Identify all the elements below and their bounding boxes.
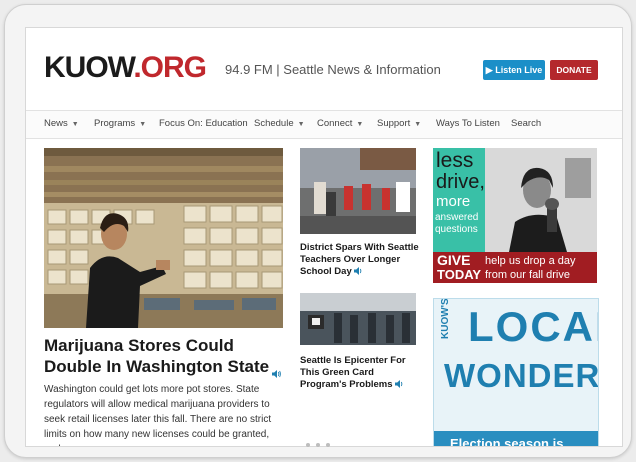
nav-item-news[interactable]: News ▼ [44, 118, 79, 129]
speaker-icon[interactable] [395, 380, 405, 388]
donate-button[interactable]: DONATE [550, 60, 598, 80]
nav-label: Focus On: Education [159, 118, 248, 129]
kuow-logo[interactable]: KUOW.ORG [44, 51, 207, 84]
give-today-banner: GIVE TODAY help us drop a day from our f… [433, 252, 597, 283]
caret-down-icon: ▼ [297, 121, 305, 128]
local-wonder-ad[interactable]: KUOW'S LOCAL WONDER Election season is [433, 298, 599, 446]
station-tagline: 94.9 FM | Seattle News & Information [225, 62, 441, 77]
listen-live-button[interactable]: ▶ Listen Live [483, 60, 545, 80]
nav-item-programs[interactable]: Programs ▼ [94, 118, 146, 129]
green-card-event-photo [300, 293, 416, 345]
audio-speaker-icon[interactable] [272, 364, 282, 382]
speaker-icon [272, 370, 281, 378]
nav-item-ways-to-listen[interactable]: Ways To Listen [436, 118, 500, 129]
side-story-photo-1[interactable] [300, 148, 416, 234]
nav-item-connect[interactable]: Connect ▼ [317, 118, 363, 129]
side-story-photo-2[interactable] [300, 293, 416, 345]
logo-org: .ORG [133, 51, 207, 84]
page-indicator [5, 443, 631, 447]
nav-label: Support [377, 118, 411, 129]
caret-down-icon: ▼ [139, 121, 147, 128]
ad-questions-text: questions [435, 224, 478, 235]
nav-label: News [44, 118, 68, 129]
nav-item-focus-education[interactable]: Focus On: Education [159, 118, 248, 129]
ad-today-text: TODAY [437, 267, 482, 282]
nav-label: Schedule [254, 118, 294, 129]
main-nav: News ▼ Programs ▼ Focus On: Education Sche… [26, 110, 622, 139]
ad-kuows-text: KUOW'S [440, 298, 451, 339]
indicator-dot [326, 443, 330, 447]
caret-down-icon: ▼ [414, 121, 422, 128]
ad-help-text: help us drop a day [485, 255, 576, 267]
nav-label: Ways To Listen [436, 118, 500, 129]
nav-item-schedule[interactable]: Schedule ▼ [254, 118, 305, 129]
listen-live-label: Listen Live [495, 65, 543, 75]
caret-down-icon: ▼ [356, 121, 364, 128]
nav-label: Connect [317, 118, 353, 129]
play-icon: ▶ [485, 65, 493, 75]
ad-text-block: less drive, more answered questions [433, 148, 485, 252]
nav-item-support[interactable]: Support ▼ [377, 118, 421, 129]
ad-give-text: GIVE [437, 252, 471, 268]
marijuana-store-photo [44, 148, 283, 328]
side-story-headline-2[interactable]: Seattle Is Epicenter For This Green Card… [300, 355, 422, 391]
ad-drive-text: drive, [436, 171, 485, 193]
indicator-dot [316, 443, 320, 447]
teachers-rally-photo [300, 148, 416, 234]
reporter-photo [485, 148, 597, 252]
ad-more-text: more [436, 193, 471, 210]
main-story-headline[interactable]: Marijuana Stores Could Double In Washing… [44, 335, 284, 377]
ad-wonder-text: WONDER [444, 357, 599, 394]
pledge-drive-ad[interactable]: less drive, more answered questions GIVE… [433, 148, 597, 283]
caret-down-icon: ▼ [71, 121, 79, 128]
main-story-photo[interactable] [44, 148, 283, 328]
ad-drive-text-2: from our fall drive [485, 269, 570, 281]
nav-label: Programs [94, 118, 136, 129]
side-story-headline-1[interactable]: District Spars With Seattle Teachers Ove… [300, 242, 422, 278]
ad-less-text: less [436, 149, 474, 172]
ad-answered-text: answered [435, 212, 479, 223]
side-story-title: Seattle Is Epicenter For This Green Card… [300, 355, 406, 390]
main-story-summary: Washington could get lots more pot store… [44, 384, 272, 446]
indicator-dot [306, 443, 310, 447]
browser-viewport: KUOW.ORG 94.9 FM | Seattle News & Inform… [25, 27, 623, 447]
device-frame: KUOW.ORG 94.9 FM | Seattle News & Inform… [4, 4, 632, 458]
nav-item-search[interactable]: Search [511, 118, 541, 129]
speaker-icon[interactable] [354, 267, 364, 275]
nav-label: Search [511, 118, 542, 129]
logo-main: KUOW [44, 51, 134, 84]
ad-local-text: LOCAL [468, 303, 598, 350]
